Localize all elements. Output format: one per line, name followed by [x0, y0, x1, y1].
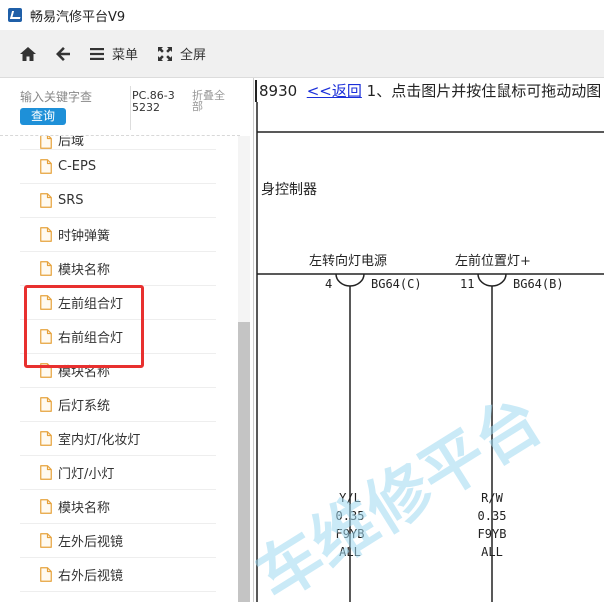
pc-code: PC.86-35232: [132, 89, 175, 114]
tree-item-label: 右外后视镜: [58, 569, 124, 584]
connector2-harness: F9YB: [478, 527, 507, 541]
menu-icon: [90, 47, 104, 60]
connector1-title: 左转向灯电源: [309, 253, 387, 269]
query-button[interactable]: 查询: [20, 108, 66, 125]
tree-item[interactable]: C-EPS: [20, 150, 216, 184]
document-icon: [40, 261, 52, 276]
connector1-code: BG64(C): [371, 277, 422, 291]
tree-item[interactable]: 右前组合灯: [20, 320, 216, 354]
tree-item-label: 时钟弹簧: [58, 229, 111, 244]
connector2-pin: 11: [460, 277, 474, 291]
document-icon: [40, 465, 52, 480]
tree-item-label: 门灯/小灯: [58, 467, 115, 482]
divider: [130, 86, 131, 130]
home-icon: [20, 46, 36, 61]
wiring-diagram[interactable]: 身控制器 左转向灯电源 4 BG64(C) Y/L 0.35 F9YB ALL …: [255, 102, 604, 602]
window-title: 畅易汽修平台V9: [30, 9, 126, 25]
connector2-terminal: [477, 273, 507, 287]
connector1-pin: 4: [325, 277, 332, 291]
arrow-left-icon: [56, 46, 70, 61]
tree-item-label: C-EPS: [58, 159, 97, 174]
module-label: 身控制器: [261, 182, 317, 198]
toolbar: 菜单 全屏: [0, 30, 604, 78]
document-icon: [40, 363, 52, 378]
document-icon: [40, 136, 52, 149]
document-icon: [40, 329, 52, 344]
fullscreen-button[interactable]: 全屏: [148, 30, 216, 78]
tree-item-label: 模块名称: [58, 365, 111, 380]
document-icon: [40, 567, 52, 582]
search-input[interactable]: [20, 90, 100, 104]
menu-label: 菜单: [112, 48, 139, 63]
document-icon: [40, 159, 52, 174]
tree-item-label: 室内灯/化妆灯: [58, 433, 141, 448]
connector2-wire-color: R/W: [481, 491, 503, 505]
tree-item-label: 左外后视镜: [58, 535, 124, 550]
document-icon: [40, 431, 52, 446]
document-icon: [40, 499, 52, 514]
tree-item[interactable]: 门灯/小灯: [20, 456, 216, 490]
connector1-terminal: [335, 273, 365, 287]
menu-button[interactable]: 菜单: [80, 30, 148, 78]
tree-item[interactable]: 右外后视镜: [20, 558, 216, 592]
tree-item[interactable]: 室内灯/化妆灯: [20, 422, 216, 456]
tree-item-label: 后灯系统: [58, 399, 111, 414]
instruction-text: 1、点击图片并按住鼠标可拖动动图: [366, 82, 602, 100]
tree-item-label: 右前组合灯: [58, 331, 124, 346]
tree-item[interactable]: 后域: [20, 136, 216, 150]
tree-item[interactable]: 后灯系统: [20, 388, 216, 422]
tree-item-label: 模块名称: [58, 501, 111, 516]
title-bar: 畅易汽修平台V9: [0, 0, 604, 30]
document-icon: [40, 397, 52, 412]
tree-item[interactable]: 时钟弹簧: [20, 218, 216, 252]
fullscreen-icon: [158, 46, 173, 61]
info-line: 8930 <<返回 1、点击图片并按住鼠标可拖动动图: [255, 80, 601, 102]
fullscreen-label: 全屏: [180, 48, 207, 63]
tree-item[interactable]: 模块名称: [20, 252, 216, 286]
tree-item-label: 模块名称: [58, 263, 111, 278]
collapse-all-link[interactable]: 折叠全部: [192, 90, 232, 112]
document-icon: [40, 227, 52, 242]
document-icon: [40, 533, 52, 548]
tree-item[interactable]: 模块名称: [20, 490, 216, 524]
tree-item-label: 左前组合灯: [58, 297, 124, 312]
sidebar: 查询 PC.86-35232 折叠全部 后域C-EPSSRS时钟弹簧模块名称左前…: [0, 78, 254, 602]
tree-item-label: 后域: [58, 136, 85, 149]
document-icon: [40, 295, 52, 310]
tree-item[interactable]: SRS: [20, 184, 216, 218]
tree-list: 后域 C-EPS SRS 时钟弹簧 模块名称 左前组合灯 右前组合灯 模块名称 后灯系统 室内灯/…: [20, 136, 216, 592]
code-prefix: 8930: [259, 82, 298, 100]
home-button[interactable]: [10, 30, 46, 78]
connector2-title: 左前位置灯+: [455, 253, 531, 269]
diagram-panel: 8930 <<返回 1、点击图片并按住鼠标可拖动动图 身控制器 左转向灯电源 4…: [255, 78, 604, 602]
connector2-wire-size: 0.35: [478, 509, 507, 523]
tree-item-label: SRS: [58, 193, 84, 208]
tree-item[interactable]: 左前组合灯: [20, 286, 216, 320]
app-logo-icon: [8, 8, 22, 22]
search-area: 查询 PC.86-35232 折叠全部: [0, 78, 240, 136]
connector2-code: BG64(B): [513, 277, 564, 291]
back-button[interactable]: [46, 30, 80, 78]
back-link[interactable]: <<返回: [307, 82, 362, 100]
scrollbar-thumb[interactable]: [238, 322, 250, 602]
document-icon: [40, 193, 52, 208]
connector2-option: ALL: [481, 545, 503, 559]
tree-item[interactable]: 左外后视镜: [20, 524, 216, 558]
watermark: 车维修平台: [255, 383, 555, 602]
tree-item[interactable]: 模块名称: [20, 354, 216, 388]
